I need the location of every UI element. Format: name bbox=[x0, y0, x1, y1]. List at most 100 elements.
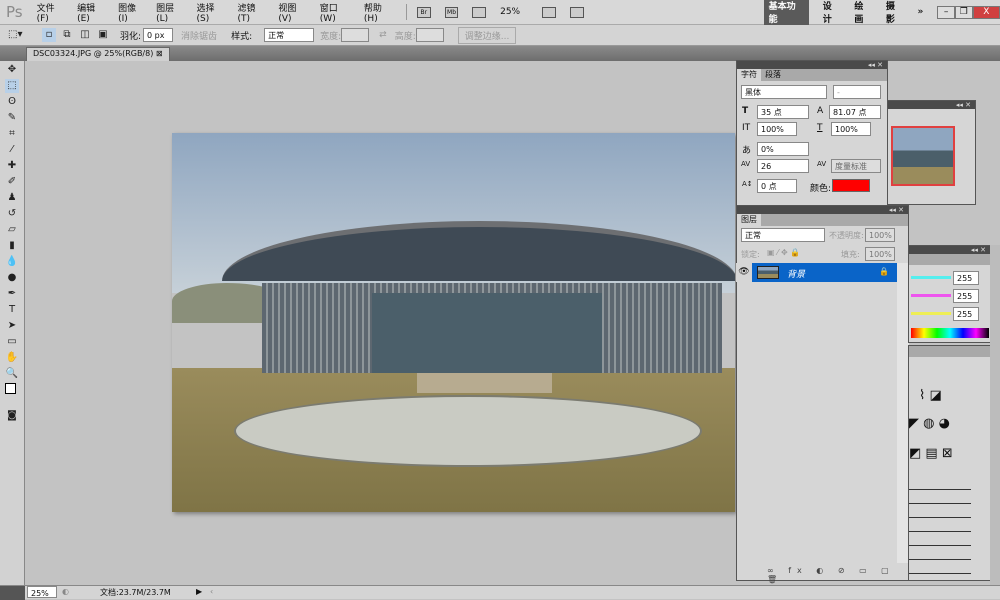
navigator-thumbnail[interactable] bbox=[891, 126, 955, 186]
tab-layers[interactable]: 图层 bbox=[737, 214, 761, 226]
refine-edge-button[interactable]: 调整边缘... bbox=[457, 26, 517, 44]
history-brush-icon[interactable]: ↺ bbox=[5, 207, 19, 221]
curves-icon[interactable]: ⌇ ◪ bbox=[919, 388, 942, 403]
height-input[interactable] bbox=[415, 28, 444, 42]
lock-icons[interactable]: ▣ ⁄ ✥ 🔒 bbox=[767, 248, 800, 257]
leading-input[interactable]: 81.07 点 bbox=[829, 105, 881, 119]
feather-input[interactable]: 0 px bbox=[143, 28, 174, 42]
fill-input[interactable]: 100% bbox=[865, 247, 895, 261]
kerning-select[interactable]: 度量标准 bbox=[831, 159, 881, 173]
layer-name[interactable]: 背景 bbox=[787, 267, 805, 280]
screen-mode-icon[interactable] bbox=[569, 6, 584, 18]
shape-tool-icon[interactable]: ▭ bbox=[5, 335, 19, 349]
brush-tool-icon[interactable]: ✐ bbox=[5, 175, 19, 189]
eraser-icon[interactable]: ▱ bbox=[5, 223, 19, 237]
marquee-preset-icon[interactable]: ⬚▾ bbox=[8, 28, 22, 42]
tracking-input[interactable]: 26 bbox=[757, 159, 809, 173]
layer-row[interactable]: 👁 背景 🔒 bbox=[736, 263, 897, 282]
green-input[interactable]: 255 bbox=[953, 289, 979, 303]
eyedropper-icon[interactable]: ⁄ bbox=[5, 143, 19, 157]
horizontal-scale-input[interactable]: 100% bbox=[831, 122, 871, 136]
bridge-button[interactable]: Br bbox=[416, 6, 431, 18]
blue-slider[interactable] bbox=[911, 312, 951, 315]
view-extras-icon[interactable] bbox=[472, 6, 487, 18]
close-tab-icon[interactable]: ⊠ bbox=[156, 49, 163, 58]
hand-tool-icon[interactable]: ✋ bbox=[5, 351, 19, 365]
status-menu-arrow[interactable]: ▶ bbox=[196, 587, 202, 596]
font-size-input[interactable]: 35 点 bbox=[757, 105, 809, 119]
width-input[interactable] bbox=[341, 28, 370, 42]
mini-bridge-button[interactable]: Mb bbox=[444, 6, 459, 18]
opacity-input[interactable]: 100% bbox=[865, 228, 895, 242]
bw-photo-filter-icons[interactable]: ◤ ◍ ◕ bbox=[909, 416, 950, 431]
path-selection-icon[interactable]: ➤ bbox=[5, 319, 19, 333]
threshold-gradient-map-icons[interactable]: ◩ ▤ ⊠ bbox=[909, 446, 953, 461]
color-swatches-icon[interactable] bbox=[5, 383, 21, 407]
menu-help[interactable]: 帮助(H) bbox=[364, 1, 395, 24]
menu-edit[interactable]: 编辑(E) bbox=[77, 1, 107, 24]
vertical-scale-input[interactable]: 100% bbox=[757, 122, 797, 136]
crop-tool-icon[interactable]: ⌗ bbox=[5, 127, 19, 141]
gradient-icon[interactable]: ▮ bbox=[5, 239, 19, 253]
close-button[interactable]: X bbox=[972, 5, 1000, 19]
healing-brush-icon[interactable]: ✚ bbox=[5, 159, 19, 173]
menu-window[interactable]: 窗口(W) bbox=[320, 1, 353, 24]
font-family-select[interactable]: 黑体 bbox=[741, 85, 827, 99]
adjustment-presets-list[interactable] bbox=[909, 476, 971, 576]
workspace-design[interactable]: 设计 bbox=[823, 0, 841, 25]
workspace-painting[interactable]: 绘画 bbox=[854, 0, 872, 25]
menu-view[interactable]: 视图(V) bbox=[278, 1, 308, 24]
color-ramp[interactable] bbox=[911, 328, 989, 338]
text-color-swatch[interactable] bbox=[832, 179, 870, 192]
menu-layer[interactable]: 图层(L) bbox=[156, 1, 185, 24]
add-selection-icon[interactable]: ⧉ bbox=[60, 28, 74, 42]
status-info-icon[interactable]: ◐ bbox=[62, 587, 69, 596]
move-tool-icon[interactable]: ✥ bbox=[5, 63, 19, 77]
workspace-essentials[interactable]: 基本功能 bbox=[763, 0, 809, 28]
style-select[interactable]: 正常 bbox=[264, 28, 315, 42]
new-selection-icon[interactable]: ▫ bbox=[42, 28, 56, 42]
font-style-select[interactable]: - bbox=[833, 85, 881, 99]
green-slider[interactable] bbox=[911, 294, 951, 297]
pen-tool-icon[interactable]: ✒ bbox=[5, 287, 19, 301]
dodge-tool-icon[interactable]: ● bbox=[5, 271, 19, 285]
blur-tool-icon[interactable]: 💧 bbox=[5, 255, 19, 269]
red-input[interactable]: 255 bbox=[953, 271, 979, 285]
horizontal-scrollbar[interactable]: ‹ bbox=[210, 587, 213, 596]
zoom-field[interactable]: 25% bbox=[27, 586, 57, 598]
menu-file[interactable]: 文件(F) bbox=[37, 1, 67, 24]
arrange-documents-icon[interactable] bbox=[542, 6, 556, 18]
document-canvas[interactable] bbox=[172, 133, 735, 512]
marquee-tool-icon[interactable]: ⬚ bbox=[5, 79, 19, 93]
visibility-eye-icon[interactable]: 👁 bbox=[736, 263, 752, 282]
restore-button[interactable]: ❐ bbox=[954, 5, 973, 19]
tab-character[interactable]: 字符 bbox=[737, 69, 761, 81]
layer-footer-icons[interactable]: ∞ fx ◐ ⊘ ▭ ▢ 🗑 bbox=[767, 566, 908, 584]
tsume-input[interactable]: 0% bbox=[757, 142, 809, 156]
subtract-selection-icon[interactable]: ◫ bbox=[78, 28, 92, 42]
quick-mask-icon[interactable]: ◙ bbox=[5, 409, 19, 423]
zoom-tool-icon[interactable]: 🔍 bbox=[5, 367, 19, 381]
document-tab[interactable]: DSC03324.JPG @ 25%(RGB/8) ⊠ bbox=[26, 47, 170, 61]
quick-selection-icon[interactable]: ✎ bbox=[5, 111, 19, 125]
type-tool-icon[interactable]: T bbox=[5, 303, 19, 317]
blue-input[interactable]: 255 bbox=[953, 307, 979, 321]
menu-image[interactable]: 图像(I) bbox=[118, 1, 145, 24]
intersect-selection-icon[interactable]: ▣ bbox=[96, 28, 110, 42]
menu-filter[interactable]: 滤镜(T) bbox=[238, 1, 268, 24]
red-slider[interactable] bbox=[911, 276, 951, 279]
workspace-photography[interactable]: 摄影 bbox=[886, 0, 904, 25]
antialias-checkbox[interactable]: 消除锯齿 bbox=[181, 29, 217, 42]
workspace-more[interactable]: » bbox=[918, 7, 924, 17]
minimize-button[interactable]: – bbox=[937, 5, 955, 19]
menu-select[interactable]: 选择(S) bbox=[197, 1, 227, 24]
tab-paragraph[interactable]: 段落 bbox=[761, 69, 785, 81]
blend-mode-select[interactable]: 正常 bbox=[741, 228, 825, 242]
zoom-dropdown[interactable]: 25% bbox=[500, 7, 520, 17]
lasso-tool-icon[interactable]: ʘ bbox=[5, 95, 19, 109]
vertical-scale-icon: IT bbox=[742, 123, 751, 133]
leading-icon: A bbox=[817, 106, 824, 116]
swap-icon[interactable]: ⇄ bbox=[379, 30, 387, 40]
clone-stamp-icon[interactable]: ♟ bbox=[5, 191, 19, 205]
baseline-shift-input[interactable]: 0 点 bbox=[757, 179, 797, 193]
